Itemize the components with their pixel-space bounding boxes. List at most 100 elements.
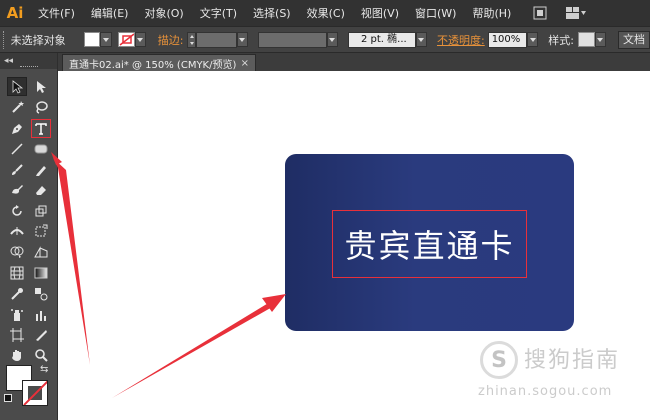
brush-definition-dropdown[interactable] (415, 32, 427, 47)
type-tool[interactable] (31, 119, 51, 138)
gradient-icon (34, 267, 48, 278)
tools-grip[interactable] (20, 66, 38, 68)
variable-width-dropdown[interactable] (326, 32, 338, 47)
artboard-tool[interactable] (7, 325, 27, 344)
eyedropper-icon (11, 287, 23, 300)
magic-wand-icon (12, 100, 24, 113)
line-segment-icon (11, 142, 23, 155)
mesh-tool[interactable] (7, 263, 27, 282)
document-tab-bar: 直通卡02.ai* @ 150% (CMYK/预览) × (58, 53, 650, 71)
symbol-sprayer-icon (11, 308, 23, 321)
scale-icon (35, 205, 47, 216)
stroke-weight-field[interactable] (195, 31, 237, 48)
rounded-rectangle-tool[interactable] (31, 139, 51, 158)
blob-brush-tool[interactable] (7, 180, 27, 199)
opacity-label[interactable]: 不透明度: (437, 32, 485, 48)
watermark: S 搜狗指南 zhinan.sogou.com (470, 336, 650, 416)
document-tab[interactable]: 直通卡02.ai* @ 150% (CMYK/预览) × (62, 54, 256, 71)
magic-wand-tool[interactable] (7, 97, 27, 116)
symbol-sprayer-tool[interactable] (7, 305, 27, 324)
slice-icon (36, 329, 47, 341)
stroke-swatch[interactable] (22, 380, 48, 406)
perspective-grid-icon (34, 245, 48, 257)
arrange-documents-icon[interactable] (565, 4, 587, 22)
menu-object[interactable]: 对象(O) (136, 5, 191, 21)
paintbrush-tool[interactable] (7, 160, 27, 179)
menu-type[interactable]: 文字(T) (192, 5, 245, 21)
free-transform-icon (35, 224, 48, 236)
opacity-dropdown[interactable] (526, 32, 539, 47)
selection-arrow-icon (12, 79, 23, 94)
lasso-tool[interactable] (31, 97, 51, 116)
width-tool[interactable] (7, 221, 27, 240)
pen-icon (12, 123, 22, 134)
menu-effect[interactable]: 效果(C) (299, 5, 353, 21)
brush-definition-field[interactable]: 2 pt. 椭... (348, 31, 416, 48)
sogou-logo-icon: S (480, 341, 518, 379)
stroke-weight-dropdown[interactable] (236, 32, 249, 47)
slice-tool[interactable] (31, 325, 51, 344)
mesh-icon (10, 266, 24, 279)
shape-builder-tool[interactable] (7, 242, 27, 261)
rotate-tool[interactable] (7, 201, 27, 220)
gradient-tool[interactable] (31, 263, 51, 282)
selection-tool[interactable] (7, 77, 27, 96)
menu-edit[interactable]: 编辑(E) (83, 5, 137, 21)
graphic-style-swatch[interactable] (577, 32, 595, 47)
pen-tool[interactable] (7, 119, 27, 138)
document-setup-button[interactable]: 文档 (618, 30, 650, 49)
fill-color-dropdown[interactable] (100, 32, 112, 47)
swap-fill-stroke-icon[interactable]: ⇆ (40, 364, 48, 375)
menu-bar: Ai 文件(F) 编辑(E) 对象(O) 文字(T) 选择(S) 效果(C) 视… (0, 0, 650, 26)
selection-status: 未选择对象 (10, 33, 66, 47)
pencil-tool[interactable] (31, 160, 51, 179)
zoom-tool[interactable] (31, 345, 51, 364)
eraser-icon (36, 185, 46, 195)
type-t-icon (35, 122, 47, 135)
paintbrush-icon (12, 163, 23, 175)
fill-color-swatch[interactable] (83, 32, 101, 47)
vip-card-shape[interactable]: 贵宾直通卡 (285, 154, 574, 331)
free-transform-tool[interactable] (31, 221, 51, 240)
card-title-text[interactable]: 贵宾直通卡 (344, 221, 514, 267)
scale-tool[interactable] (31, 201, 51, 220)
stroke-color-swatch[interactable] (117, 32, 135, 47)
document-tab-title: 直通卡02.ai* @ 150% (CMYK/预览) (69, 59, 237, 71)
column-graph-icon (36, 310, 46, 321)
stroke-color-dropdown[interactable] (134, 32, 146, 47)
menu-window[interactable]: 窗口(W) (407, 5, 464, 21)
eraser-tool[interactable] (31, 180, 51, 199)
stroke-weight-stepper[interactable] (186, 31, 196, 48)
pencil-icon (36, 165, 46, 176)
menu-view[interactable]: 视图(V) (353, 5, 407, 21)
hand-tool[interactable] (7, 345, 27, 364)
menu-file[interactable]: 文件(F) (30, 5, 83, 21)
style-label: 样式: (548, 33, 574, 47)
perspective-grid-tool[interactable] (31, 242, 51, 261)
graphic-style-dropdown[interactable] (594, 32, 607, 47)
line-segment-tool[interactable] (7, 139, 27, 158)
variable-width-profile[interactable] (258, 31, 327, 48)
artboard-icon (10, 327, 24, 342)
close-tab-icon[interactable]: × (241, 58, 249, 69)
menu-select[interactable]: 选择(S) (245, 5, 299, 21)
column-graph-tool[interactable] (31, 305, 51, 324)
menu-help[interactable]: 帮助(H) (464, 5, 519, 21)
opacity-field[interactable]: 100% (487, 31, 527, 48)
shape-builder-icon (10, 246, 24, 258)
control-bar-grip (3, 30, 9, 49)
rotate-icon (12, 204, 22, 216)
direct-selection-tool[interactable] (31, 77, 51, 96)
collapse-panel-icon[interactable]: ◂◂ (4, 56, 13, 66)
stroke-label[interactable]: 描边: (158, 32, 184, 48)
direct-selection-arrow-icon (37, 80, 46, 93)
hand-icon (12, 349, 21, 361)
eyedropper-tool[interactable] (7, 284, 27, 303)
blend-tool[interactable] (31, 284, 51, 303)
bridge-icon[interactable] (533, 4, 547, 22)
tools-panel: ◂◂ ⇆ (0, 53, 58, 420)
lasso-icon (36, 100, 48, 114)
text-bounding-box[interactable]: 贵宾直通卡 (332, 210, 527, 278)
blob-brush-icon (12, 184, 23, 194)
default-fill-stroke-icon[interactable] (4, 394, 12, 402)
